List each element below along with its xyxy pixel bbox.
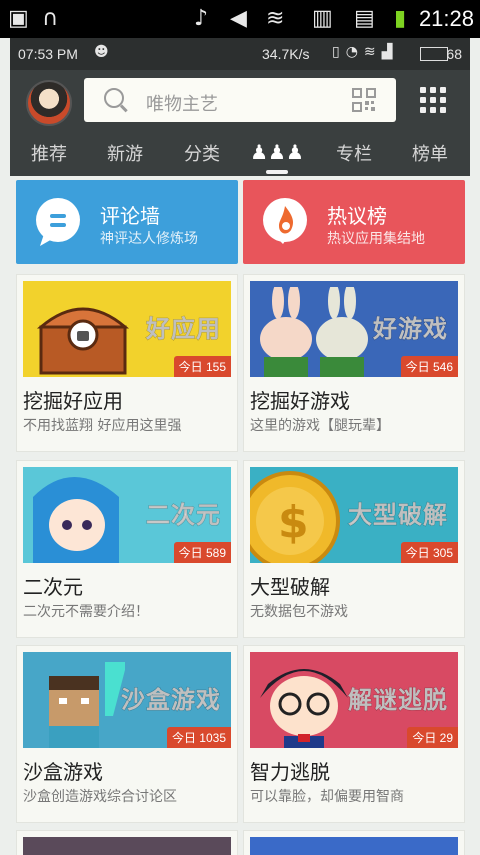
card-sandbox-games[interactable]: 沙盒游戏 今日 1035 沙盒游戏 沙盒创造游戏综合讨论区 [16, 645, 238, 823]
system-status-bar: ▣ ∩ ♪ ◀ ≋ ▥ ▤ ▮ 21:28 [0, 0, 480, 38]
notification-icon: ☻ [94, 44, 109, 60]
card-good-games[interactable]: 好游戏 今日 546 挖掘好游戏 这里的游戏【腿玩辈】 [243, 274, 465, 452]
card-subtitle: 不用找蓝翔 好应用这里强 [23, 418, 182, 434]
status-icons: ▯◔≋▟ [332, 44, 399, 60]
tab-rankings[interactable]: 榜单 [398, 140, 462, 166]
card-image: 沙盒游戏 今日 1035 [23, 652, 231, 748]
daily-count-badge: 今日 589 [173, 542, 231, 563]
mute-icon: ◀ [230, 6, 247, 31]
card-image: 好应用 今日 155 [23, 281, 231, 377]
card-title: 沙盒游戏 [23, 760, 103, 784]
community-icon: ♟♟♟ [250, 140, 304, 164]
daily-count-badge: 今日 155 [173, 356, 231, 377]
card-title: 大型破解 [250, 575, 330, 599]
daily-count-badge: 今日 305 [400, 542, 458, 563]
card-overlay-text: 沙盒游戏 [121, 686, 221, 715]
qr-code-icon[interactable] [352, 88, 376, 112]
card-subtitle: 这里的游戏【腿玩辈】 [250, 418, 390, 434]
banner-subtitle: 神评达人修炼场 [100, 231, 198, 247]
card-anime[interactable]: 二次元 今日 589 二次元 二次元不需要介绍！ [16, 460, 238, 638]
comment-wall-banner[interactable]: 评论墙 神评达人修炼场 [16, 180, 238, 264]
card-title: 挖掘好游戏 [250, 389, 350, 413]
battery-charging-icon: ▮ [394, 6, 407, 31]
card-overlay-text: 大型破解 [348, 501, 448, 530]
avatar[interactable] [26, 80, 72, 126]
tab-community[interactable]: ♟♟♟ [245, 140, 309, 164]
music-note-icon: ♪ [194, 6, 209, 31]
card-escape-games[interactable]: 解谜逃脱 今日 29 智力逃脱 可以靠脸，却偏要用智商 [243, 645, 465, 823]
card-image: 二次元 今日 589 [23, 467, 231, 563]
wifi-icon: ≋ [266, 6, 285, 31]
card-overlay-text: 好游戏 [373, 315, 448, 344]
detective-boy-icon [260, 669, 348, 748]
active-tab-indicator [266, 170, 288, 174]
card-cracked-games[interactable]: $ 大型破解 今日 305 大型破解 无数据包不游戏 [243, 460, 465, 638]
daily-count-badge: 今日 29 [407, 727, 458, 748]
anime-girl-icon [33, 477, 119, 563]
card-title: 挖掘好应用 [23, 389, 123, 413]
search-input[interactable] [84, 78, 396, 122]
card-title: 二次元 [23, 575, 83, 599]
treasure-chest-icon [36, 307, 130, 375]
card-subtitle: 无数据包不游戏 [250, 604, 348, 620]
daily-count-badge: 今日 546 [400, 356, 458, 377]
sd-card-icon: ▤ [354, 6, 375, 31]
hot-topics-banner[interactable]: 热议榜 热议应用集结地 [243, 180, 465, 264]
headset-icon: ∩ [42, 6, 59, 31]
card-image [250, 837, 458, 855]
tab-recommend[interactable]: 推荐 [17, 140, 81, 166]
card-partial[interactable] [243, 830, 465, 855]
speech-bubble-icon [36, 198, 80, 246]
inner-status-bar: 07:53 PM ☻ 34.7K/s ▯◔≋▟ 68 [10, 38, 470, 70]
system-clock: 21:28 [418, 6, 474, 31]
apps-grid-icon[interactable] [420, 87, 446, 113]
tab-new-games[interactable]: 新游 [93, 140, 157, 166]
card-good-apps[interactable]: 好应用 今日 155 挖掘好应用 不用找蓝翔 好应用这里强 [16, 274, 238, 452]
gold-coin-icon: $ [250, 471, 340, 563]
tab-categories[interactable]: 分类 [170, 140, 234, 166]
card-image: 好游戏 今日 546 [250, 281, 458, 377]
svg-text:$: $ [278, 497, 309, 548]
network-speed: 34.7K/s [262, 46, 310, 62]
battery-level: 68 [446, 46, 462, 62]
flame-icon [263, 198, 307, 244]
search-placeholder: 唯物主艺 [146, 94, 218, 115]
card-subtitle: 二次元不需要介绍！ [23, 604, 149, 620]
image-icon: ▣ [8, 6, 29, 31]
card-image [23, 837, 231, 855]
banner-title: 热议榜 [327, 204, 387, 228]
banner-subtitle: 热议应用集结地 [327, 231, 425, 247]
card-overlay-text: 解谜逃脱 [348, 686, 448, 715]
banner-title: 评论墙 [100, 204, 160, 228]
card-overlay-text: 二次元 [146, 501, 221, 530]
card-image: $ 大型破解 今日 305 [250, 467, 458, 563]
card-image: 解谜逃脱 今日 29 [250, 652, 458, 748]
search-icon [104, 88, 124, 108]
rabbit-characters-icon [260, 287, 368, 377]
phone-storage-icon: ▥ [312, 6, 333, 31]
card-subtitle: 沙盒创造游戏综合讨论区 [23, 789, 177, 805]
inner-clock: 07:53 PM [18, 46, 78, 62]
daily-count-badge: 今日 1035 [166, 727, 231, 748]
card-subtitle: 可以靠脸，却偏要用智商 [250, 789, 404, 805]
card-partial[interactable] [16, 830, 238, 855]
tab-columns[interactable]: 专栏 [322, 140, 386, 166]
card-title: 智力逃脱 [250, 760, 330, 784]
battery-icon [420, 47, 448, 61]
card-overlay-text: 好应用 [146, 315, 221, 344]
